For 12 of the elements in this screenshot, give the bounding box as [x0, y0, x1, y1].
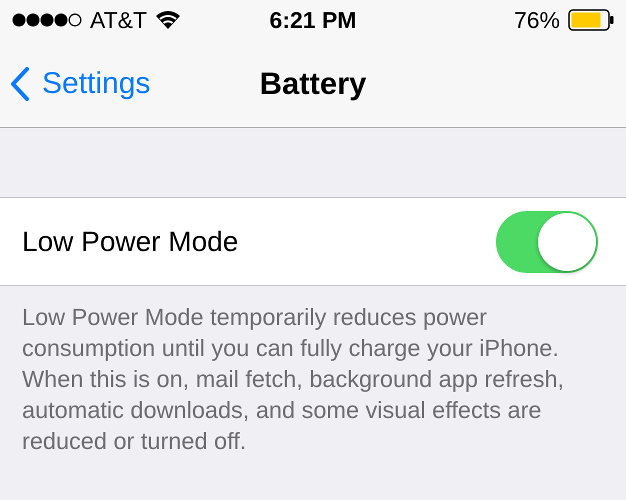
description-text: Low Power Mode temporarily reduces power consumption until you can fully charge your iPhone. When this is on, mail fetch, background app refresh, automatic downloads, and some visual effects are reduced or turned off. — [22, 303, 566, 456]
carrier-name: AT&T — [90, 6, 148, 34]
battery-icon — [568, 9, 614, 31]
wifi-icon — [155, 10, 182, 30]
setting-label: Low Power Mode — [22, 226, 238, 258]
toggle-switch[interactable] — [496, 210, 598, 272]
back-button[interactable]: Settings — [0, 66, 150, 100]
battery-percentage: 76% — [514, 6, 560, 34]
signal-icon — [12, 12, 82, 28]
chevron-left-icon — [10, 66, 30, 100]
page-title: Battery — [260, 66, 366, 102]
clock-time: 6:21 PM — [270, 6, 356, 34]
